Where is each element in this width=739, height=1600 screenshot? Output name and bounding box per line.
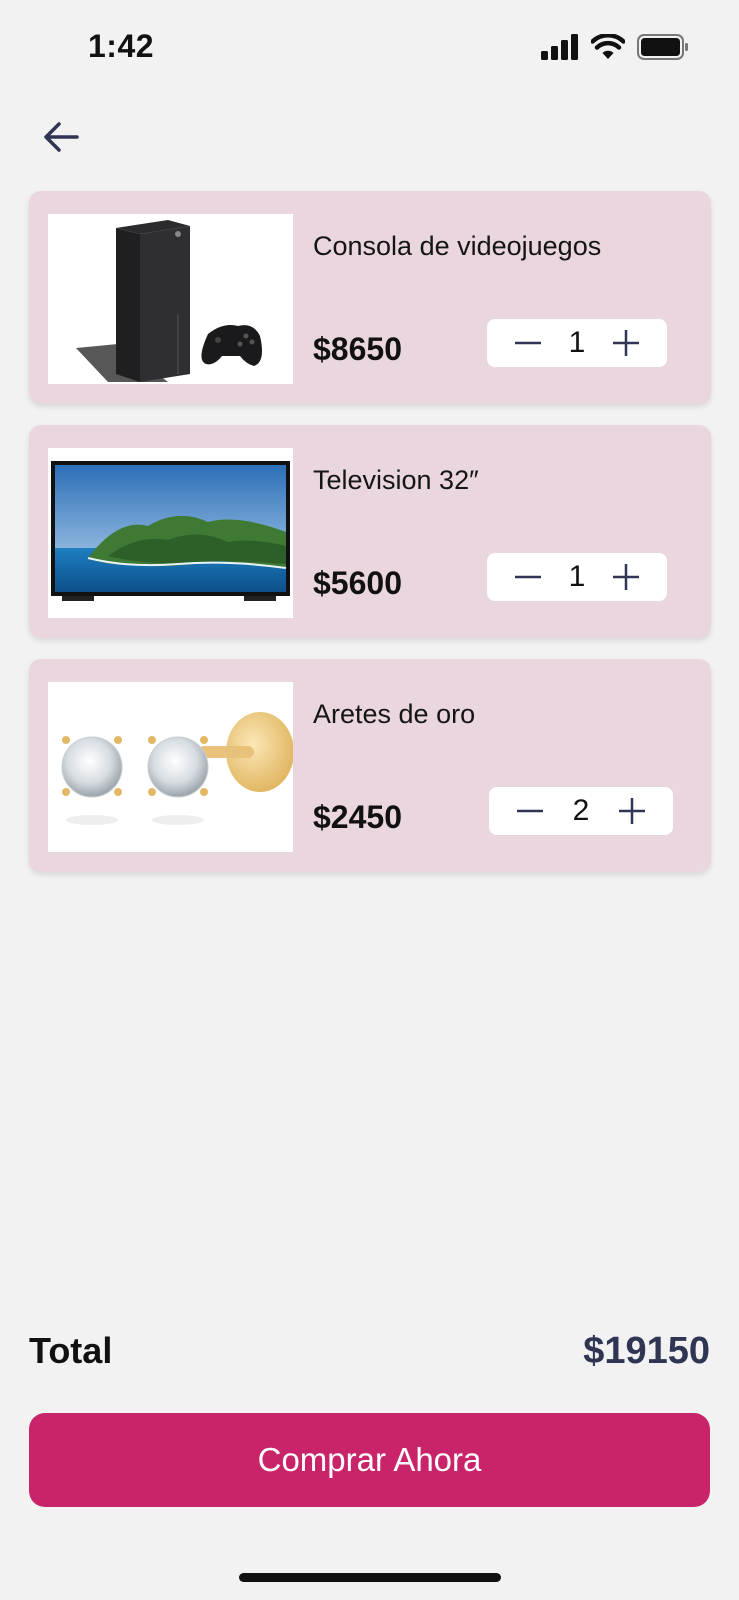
status-time: 1:42 bbox=[88, 28, 155, 64]
quantity-value: 1 bbox=[568, 560, 586, 593]
wifi-icon bbox=[590, 33, 626, 65]
minus-icon bbox=[515, 575, 541, 579]
arrow-left-icon bbox=[42, 121, 80, 158]
product-name: Television 32″ bbox=[313, 465, 479, 495]
total-label: Total bbox=[29, 1330, 113, 1371]
increment-button[interactable] bbox=[609, 326, 643, 360]
product-price: $5600 bbox=[313, 565, 402, 601]
quantity-stepper: 2 bbox=[489, 787, 673, 835]
status-icons bbox=[541, 33, 689, 65]
product-price: $2450 bbox=[313, 799, 402, 835]
quantity-value: 2 bbox=[572, 794, 590, 827]
game-console-image bbox=[48, 214, 293, 384]
quantity-stepper: 1 bbox=[487, 553, 667, 601]
gold-earrings-image bbox=[48, 682, 293, 852]
plus-icon bbox=[619, 798, 645, 824]
plus-icon bbox=[613, 564, 639, 590]
increment-button[interactable] bbox=[615, 794, 649, 828]
cart-item: Aretes de oro $2450 2 bbox=[29, 659, 711, 872]
television-image bbox=[48, 448, 293, 618]
cart-list: Consola de videojuegos $8650 1 Televisio… bbox=[29, 191, 711, 893]
cart-item: Television 32″ $5600 1 bbox=[29, 425, 711, 638]
buy-now-button[interactable]: Comprar Ahora bbox=[29, 1413, 710, 1507]
decrement-button[interactable] bbox=[511, 326, 545, 360]
minus-icon bbox=[517, 809, 543, 813]
plus-icon bbox=[613, 330, 639, 356]
increment-button[interactable] bbox=[609, 560, 643, 594]
back-button[interactable] bbox=[36, 114, 86, 164]
product-name: Aretes de oro bbox=[313, 699, 476, 729]
product-price: $8650 bbox=[313, 331, 402, 367]
home-indicator bbox=[239, 1573, 501, 1582]
quantity-value: 1 bbox=[568, 326, 586, 359]
minus-icon bbox=[515, 341, 541, 345]
quantity-stepper: 1 bbox=[487, 319, 667, 367]
signal-bars-icon bbox=[541, 34, 579, 65]
decrement-button[interactable] bbox=[513, 794, 547, 828]
product-name: Consola de videojuegos bbox=[313, 231, 602, 261]
battery-icon bbox=[637, 34, 689, 65]
total-value: $19150 bbox=[583, 1330, 710, 1372]
decrement-button[interactable] bbox=[511, 560, 545, 594]
cart-item: Consola de videojuegos $8650 1 bbox=[29, 191, 711, 404]
status-bar: 1:42 bbox=[0, 0, 739, 100]
